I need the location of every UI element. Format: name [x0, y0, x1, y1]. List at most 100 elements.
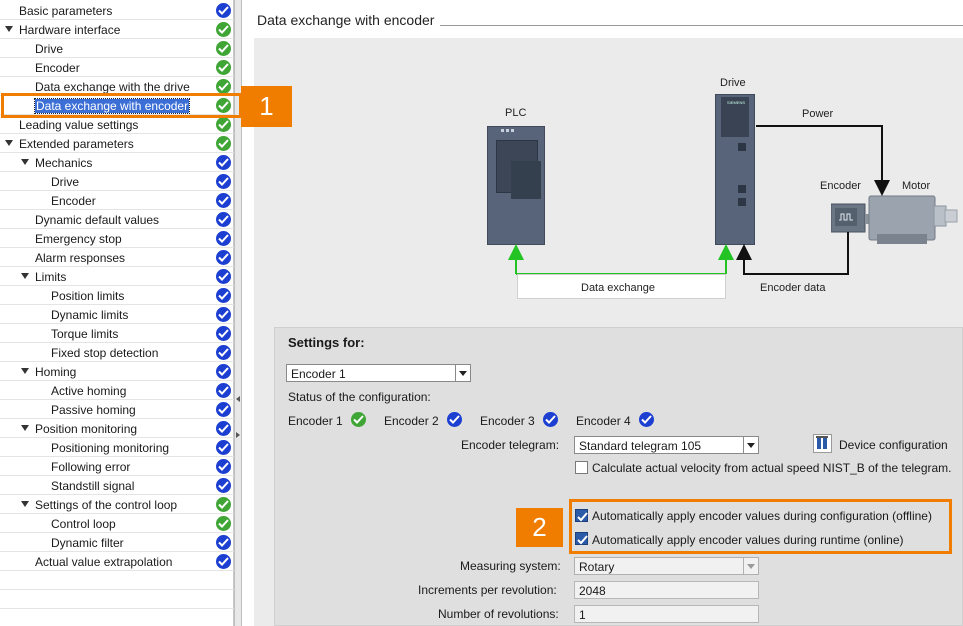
tree-item-label: Positioning monitoring: [51, 441, 170, 455]
increments-value: 2048: [579, 584, 606, 598]
tree-item-label: Data exchange with the drive: [35, 80, 190, 94]
status-check-icon: [216, 345, 231, 360]
tree-item[interactable]: Emergency stop: [0, 229, 234, 248]
chevron-down-icon[interactable]: [455, 365, 470, 381]
expand-arrow-icon[interactable]: [21, 425, 29, 431]
callout-2: 2: [516, 508, 563, 547]
tree-item[interactable]: Standstill signal: [0, 476, 234, 495]
tree-item[interactable]: Encoder: [0, 58, 234, 77]
status-check-icon: [216, 402, 231, 417]
status-ok-icon: [216, 516, 231, 531]
tree-item[interactable]: Basic parameters: [0, 1, 234, 20]
encoder-select-value: Encoder 1: [291, 367, 346, 381]
tree-item[interactable]: Settings of the control loop: [0, 495, 234, 514]
tree-item[interactable]: Control loop: [0, 514, 234, 533]
tree-item-label: Dynamic limits: [51, 308, 129, 322]
device-configuration-icon[interactable]: [813, 434, 832, 453]
status-ok-icon: [216, 41, 231, 56]
tree-item[interactable]: Drive: [0, 172, 234, 191]
tree-item-label: Position limits: [51, 289, 125, 303]
status-ok-icon: [216, 60, 231, 75]
status-ok-icon: [216, 79, 231, 94]
status-ok-icon: [216, 497, 231, 512]
status-check-icon: [216, 440, 231, 455]
tree-item-label: Actual value extrapolation: [35, 555, 173, 569]
tree-item[interactable]: Positioning monitoring: [0, 438, 234, 457]
status-check-icon: [216, 174, 231, 189]
auto-apply-highlight: [569, 499, 952, 554]
tree-item[interactable]: Mechanics: [0, 153, 234, 172]
tree-item[interactable]: Position limits: [0, 286, 234, 305]
revolutions-field: 1: [574, 605, 759, 623]
tree-item-label: Homing: [35, 365, 77, 379]
expand-arrow-icon[interactable]: [21, 501, 29, 507]
tree-item-label: Standstill signal: [51, 479, 135, 493]
status-check-icon: [216, 364, 231, 379]
tree-item-label: Following error: [51, 460, 131, 474]
tree-item[interactable]: Hardware interface: [0, 20, 234, 39]
tree-item[interactable]: Actual value extrapolation: [0, 552, 234, 571]
status-check-icon: [216, 250, 231, 265]
expand-arrow-icon[interactable]: [21, 368, 29, 374]
tree-item[interactable]: Position monitoring: [0, 419, 234, 438]
tree-item[interactable]: Limits: [0, 267, 234, 286]
tree-item-label: Dynamic filter: [51, 536, 124, 550]
tree-item[interactable]: Fixed stop detection: [0, 343, 234, 362]
tree-item-label: Passive homing: [51, 403, 136, 417]
encoder-select[interactable]: Encoder 1: [286, 364, 471, 382]
status-check-icon: [216, 535, 231, 550]
tree-item-label: Drive: [51, 175, 80, 189]
tree-item-label: Torque limits: [51, 327, 119, 341]
telegram-select[interactable]: Standard telegram 105: [574, 436, 759, 454]
tree-item-label: Mechanics: [35, 156, 93, 170]
status-check-icon: [216, 307, 231, 322]
tree-item-label: Encoder: [35, 61, 80, 75]
tree-item[interactable]: Homing: [0, 362, 234, 381]
settings-panel: Settings for: Encoder 1 Status of the co…: [274, 327, 963, 626]
encoder-status-label: Encoder 1: [288, 414, 343, 428]
status-check-icon: [447, 412, 462, 427]
tree-item[interactable]: Alarm responses: [0, 248, 234, 267]
tree-item[interactable]: Following error: [0, 457, 234, 476]
increments-label: Increments per revolution:: [418, 583, 557, 597]
tree-item[interactable]: Extended parameters: [0, 134, 234, 153]
title-divider: [440, 25, 963, 26]
tree-item[interactable]: Dynamic limits: [0, 305, 234, 324]
status-check-icon: [216, 326, 231, 341]
tree-item-label: Limits: [35, 270, 67, 284]
status-label: Status of the configuration:: [288, 390, 431, 404]
expand-arrow-icon[interactable]: [21, 159, 29, 165]
expand-arrow-icon[interactable]: [21, 273, 29, 279]
calc-velocity-checkbox[interactable]: [575, 461, 588, 474]
expand-arrow-icon[interactable]: [5, 26, 13, 32]
tree-item[interactable]: Drive: [0, 39, 234, 58]
status-check-icon: [216, 459, 231, 474]
tree-item[interactable]: Encoder: [0, 191, 234, 210]
device-configuration-link[interactable]: Device configuration: [839, 438, 948, 452]
measuring-system-label: Measuring system:: [460, 559, 561, 573]
tree-item[interactable]: Torque limits: [0, 324, 234, 343]
tree-item-label: Fixed stop detection: [51, 346, 159, 360]
tree-empty-row: [0, 571, 234, 590]
tree-item-label: Hardware interface: [19, 23, 121, 37]
encoder-status-label: Encoder 4: [576, 414, 631, 428]
chevron-down-icon[interactable]: [743, 437, 758, 453]
status-check-icon: [216, 421, 231, 436]
tree-item[interactable]: Dynamic default values: [0, 210, 234, 229]
data-exchange-label: Data exchange: [581, 282, 655, 294]
tree-empty-row: [0, 609, 234, 626]
tree-item[interactable]: Dynamic filter: [0, 533, 234, 552]
status-ok-icon: [216, 22, 231, 37]
telegram-select-value: Standard telegram 105: [579, 439, 702, 453]
expand-right-icon[interactable]: [236, 432, 240, 438]
collapse-left-icon[interactable]: [236, 396, 240, 402]
expand-arrow-icon[interactable]: [5, 140, 13, 146]
encoder-status-label: Encoder 3: [480, 414, 535, 428]
selection-highlight: [1, 93, 242, 118]
tree-item[interactable]: Passive homing: [0, 400, 234, 419]
tree-item[interactable]: Active homing: [0, 381, 234, 400]
encoder-status-label: Encoder 2: [384, 414, 439, 428]
increments-field: 2048: [574, 581, 759, 599]
chevron-down-icon: [743, 558, 758, 574]
status-ok-icon: [216, 117, 231, 132]
